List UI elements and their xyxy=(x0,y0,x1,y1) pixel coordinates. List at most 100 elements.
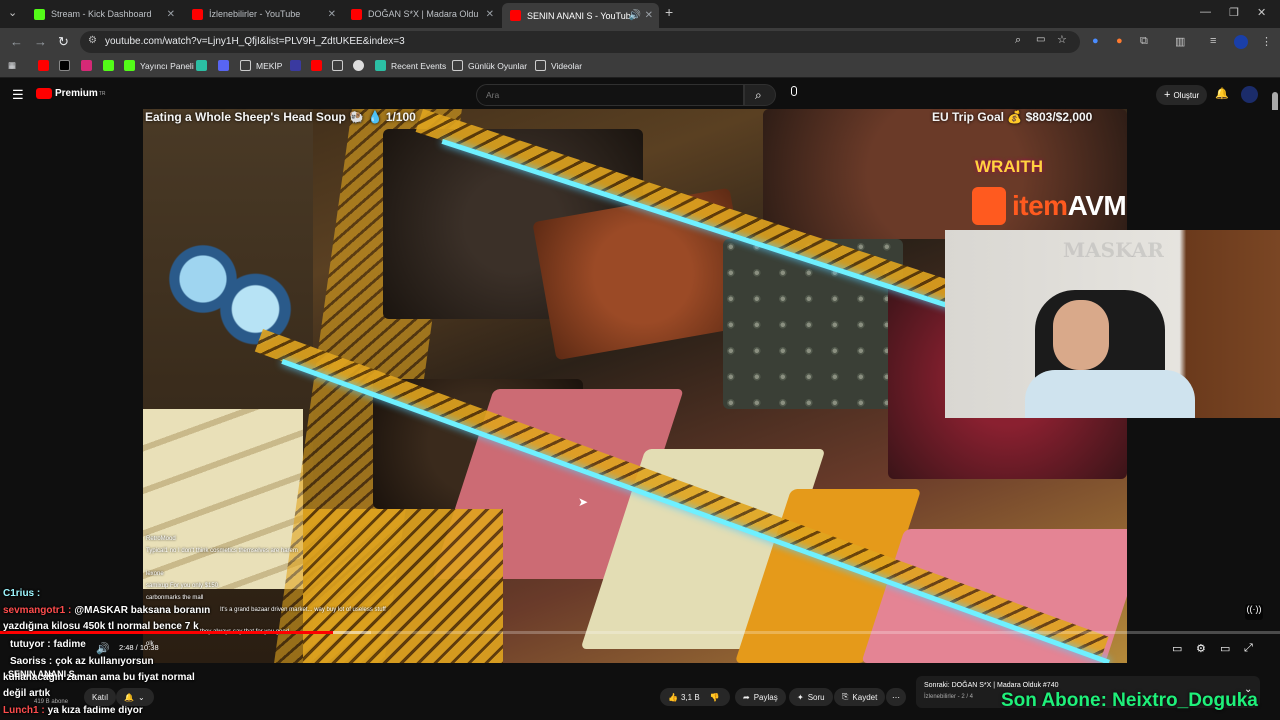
itemavm-sponsor-logo: itemAVM xyxy=(972,187,1127,225)
create-button[interactable]: + Oluştur xyxy=(1156,85,1208,105)
cast-signal-icon[interactable]: ((·)) xyxy=(1245,604,1263,620)
bookmark-app[interactable] xyxy=(353,60,369,71)
close-icon[interactable]: ✕ xyxy=(167,9,175,20)
bookmark-youtube[interactable] xyxy=(311,60,327,71)
tab-dogan[interactable]: DOĞAN S*X | Madara Olduk #7 ✕ xyxy=(343,3,500,25)
close-icon[interactable]: ✕ xyxy=(645,10,653,21)
media-controls-icon[interactable]: ≡ xyxy=(1210,35,1216,47)
bookmark-app[interactable] xyxy=(290,60,306,71)
theater-mode-icon[interactable]: ▭ xyxy=(1220,642,1230,655)
restore-button[interactable]: ❐ xyxy=(1229,6,1239,19)
bookmark-label: Videolar xyxy=(551,60,583,71)
bookmark-gunluk-oyunlar[interactable]: Günlük Oyunlar xyxy=(452,60,527,71)
minimize-button[interactable]: — xyxy=(1200,6,1211,18)
side-panel-icon[interactable]: ▥ xyxy=(1175,35,1185,48)
tab-search-icon[interactable]: ⌄ xyxy=(8,6,17,19)
bookmark-app[interactable] xyxy=(196,60,212,71)
account-avatar[interactable] xyxy=(1241,86,1258,103)
forward-button[interactable]: → xyxy=(34,34,47,49)
search-input[interactable]: Ara xyxy=(476,84,744,106)
site-info-icon[interactable]: ⚙ xyxy=(88,35,97,46)
more-actions-button[interactable]: ⋯ xyxy=(886,688,906,706)
bookmark-mekip[interactable]: MEKİP xyxy=(240,60,282,71)
progress-buffered xyxy=(332,631,372,634)
mouse-cursor-icon: ➤ xyxy=(578,495,589,509)
bookmark-icon: ⎘ xyxy=(842,692,849,701)
kick-icon xyxy=(103,60,114,71)
address-bar[interactable]: ⚙ youtube.com/watch?v=Ljny1H_QfjI&list=P… xyxy=(80,31,1080,53)
subtitles-icon[interactable]: ▭ xyxy=(1172,642,1182,655)
thumbs-up-icon: 👍 xyxy=(668,692,678,702)
tab-izlenebilirler[interactable]: İzlenebilirler - YouTube ✕ xyxy=(184,3,342,25)
folder-icon xyxy=(535,60,546,71)
share-icon: ➦ xyxy=(743,692,750,702)
bookmarks-bar: ▦ Yayıncı Paneli MEKİP Recent Events Gün… xyxy=(0,56,1280,78)
bookmark-yayinci-paneli[interactable]: Yayıncı Paneli xyxy=(124,60,194,71)
search-icon: ⌕ xyxy=(755,88,762,102)
cast-icon[interactable]: ▭ xyxy=(1036,34,1045,45)
turkish-delight-tray xyxy=(143,409,303,589)
tab-senin-anani[interactable]: SENIN ANANI S - YouTube 🔊 ✕ xyxy=(502,3,659,28)
youtube-icon xyxy=(192,8,203,20)
browser-toolbar: ← → ↻ ⚙ youtube.com/watch?v=Ljny1H_QfjI&… xyxy=(0,28,1280,56)
golden-counter xyxy=(303,509,503,663)
folder-icon xyxy=(452,60,463,71)
close-icon[interactable]: ✕ xyxy=(486,9,494,20)
volume-icon[interactable]: 🔊 xyxy=(96,642,110,655)
bookmark-videolar[interactable]: Videolar xyxy=(535,60,582,71)
bookmark-x[interactable] xyxy=(59,60,75,71)
logo-text: Premium xyxy=(55,88,98,99)
extension-icon[interactable]: ● xyxy=(1092,35,1099,47)
bookmark-youtube[interactable] xyxy=(38,60,54,71)
inner-chat-line: carbonmarks the mall xyxy=(146,595,204,601)
subscribe-bell-button[interactable]: 🔔 ⌄ xyxy=(116,688,154,706)
microphone-icon[interactable] xyxy=(788,86,800,102)
new-tab-button[interactable]: + xyxy=(665,4,673,20)
create-label: Oluştur xyxy=(1173,90,1200,100)
tab-label: Stream - Kick Dashboard xyxy=(51,9,152,19)
bookmark-star-icon[interactable]: ☆ xyxy=(1057,33,1067,46)
extension-icon[interactable]: ● xyxy=(1116,35,1123,47)
zoom-icon[interactable]: ⌕ xyxy=(1015,34,1021,47)
profile-avatar[interactable] xyxy=(1234,35,1248,49)
youtube-header: ☰ Premium TR Ara ⌕ + Oluştur 🔔 xyxy=(0,80,1280,110)
apps-grid-icon[interactable]: ▦ xyxy=(8,60,16,71)
bookmark-kick[interactable] xyxy=(103,60,119,71)
close-icon[interactable]: ✕ xyxy=(328,9,336,20)
logo-country: TR xyxy=(98,90,106,97)
reload-button[interactable]: ↻ xyxy=(58,34,69,50)
inner-chat-line: Typical1 no I don't think cosmetics them… xyxy=(146,548,298,554)
bookmark-app[interactable] xyxy=(218,60,234,71)
search-placeholder: Ara xyxy=(486,90,500,100)
search-button[interactable]: ⌕ xyxy=(744,84,776,106)
channel-name[interactable]: SENIN ANANI S... xyxy=(8,669,82,679)
settings-gear-icon[interactable]: ⚙ xyxy=(1196,642,1206,655)
menu-icon[interactable]: ⋮ xyxy=(1261,35,1272,48)
chat-message: sevmangotr1 : @MASKAR baksana boranın xyxy=(3,605,211,616)
tab-label: SENIN ANANI S - YouTube xyxy=(527,10,636,21)
kick-icon xyxy=(34,8,45,20)
notifications-bell-icon[interactable]: 🔔 xyxy=(1215,87,1229,100)
close-window-button[interactable]: ✕ xyxy=(1257,6,1266,19)
youtube-logo[interactable]: Premium TR xyxy=(36,88,105,99)
like-button[interactable]: 👍 3,1 B 👎 xyxy=(660,688,730,706)
bookmark-image[interactable] xyxy=(332,60,348,71)
tab-kick-dashboard[interactable]: Stream - Kick Dashboard ✕ xyxy=(26,3,181,25)
join-button[interactable]: Katıl xyxy=(84,688,117,706)
share-button[interactable]: ➦ Paylaş xyxy=(735,688,786,706)
back-button[interactable]: ← xyxy=(10,34,23,49)
join-label: Katıl xyxy=(92,692,109,702)
ask-button[interactable]: ✦ Soru xyxy=(789,688,833,706)
stream-goal-overlay: EU Trip Goal 💰 $803/$2,000 xyxy=(932,110,1093,124)
chat-message: değil artık xyxy=(3,688,51,699)
speaker-icon[interactable]: 🔊 xyxy=(629,10,641,21)
save-button[interactable]: ⎘ Kaydet xyxy=(834,688,886,706)
extensions-puzzle-icon[interactable]: ⧉ xyxy=(1140,35,1148,48)
chevron-down-icon: ⌄ xyxy=(137,692,145,702)
bookmark-instagram[interactable] xyxy=(81,60,97,71)
bookmark-recent-events[interactable]: Recent Events xyxy=(375,60,446,71)
ask-label: Soru xyxy=(807,692,825,702)
fullscreen-icon[interactable]: ⤢ xyxy=(1244,642,1253,655)
hamburger-menu-icon[interactable]: ☰ xyxy=(12,87,24,103)
inner-chat-line: RetroMood xyxy=(146,536,176,542)
